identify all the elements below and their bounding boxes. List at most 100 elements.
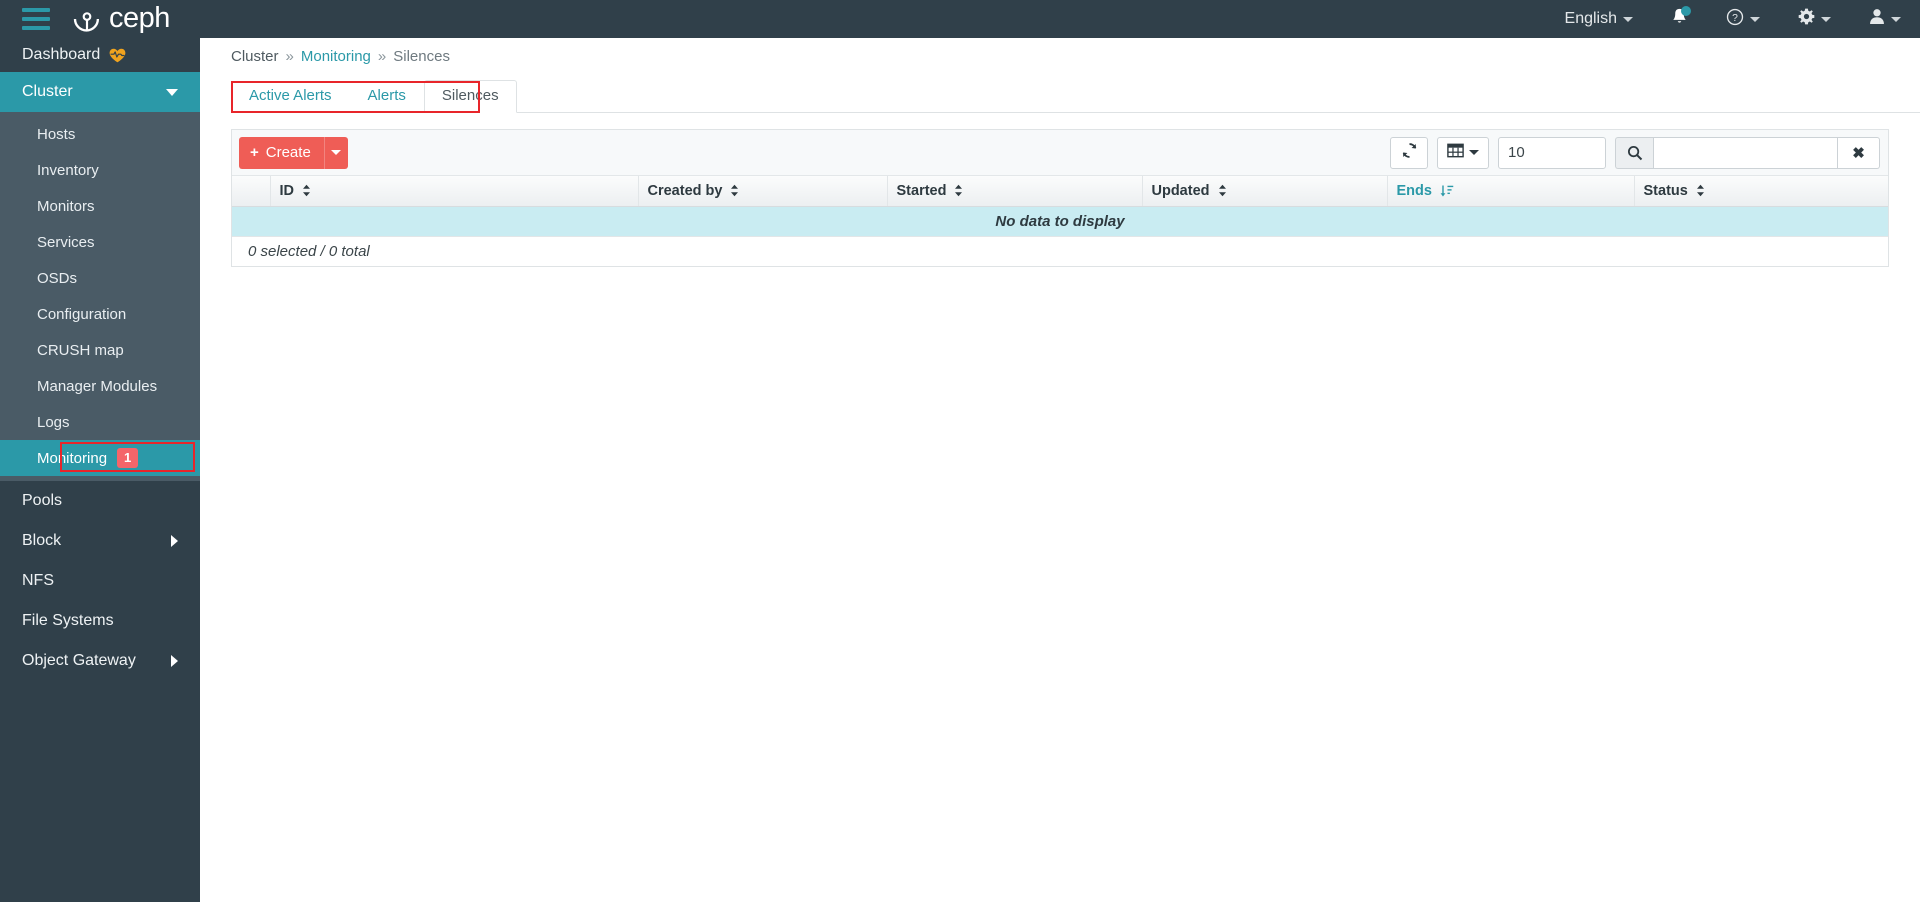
notifications-button[interactable] <box>1652 0 1707 38</box>
table-header-updated[interactable]: Updated <box>1142 176 1388 207</box>
sidebar-item-monitors[interactable]: Monitors <box>0 188 200 224</box>
sidebar-item-label: Configuration <box>37 305 127 323</box>
sidebar-item-label: Inventory <box>37 161 99 179</box>
sidebar-item-label: OSDs <box>37 269 78 287</box>
tab-bar: Active Alerts Alerts Silences <box>231 79 1920 114</box>
refresh-button[interactable] <box>1390 136 1428 169</box>
tab-silences[interactable]: Silences <box>423 79 517 113</box>
caret-down-icon <box>1891 16 1901 22</box>
breadcrumb-separator-icon: » <box>285 48 294 65</box>
column-label: Status <box>1643 182 1688 199</box>
sidebar-item-hosts[interactable]: Hosts <box>0 116 200 152</box>
heartbeat-icon <box>109 48 126 63</box>
page-limit-stepper[interactable] <box>1498 136 1606 169</box>
table-header: ID Created by Started Updated Ends Statu… <box>232 176 1888 207</box>
page-limit-input[interactable] <box>1499 137 1605 168</box>
table-body: No data to display <box>232 206 1888 236</box>
magnifier-icon <box>1615 136 1653 169</box>
monitoring-alert-badge: 1 <box>117 447 139 469</box>
empty-message: No data to display <box>232 206 1888 236</box>
clear-search-button[interactable]: ✖ <box>1838 136 1880 169</box>
sidebar-item-services[interactable]: Services <box>0 224 200 260</box>
sidebar-item-file-systems[interactable]: File Systems <box>0 601 200 641</box>
svg-text:?: ? <box>1732 12 1738 23</box>
hamburger-bar <box>22 17 50 21</box>
language-label: English <box>1564 10 1617 27</box>
column-label: Started <box>896 182 947 199</box>
sidebar-item-label: Services <box>37 233 95 251</box>
sidebar-item-label: Cluster <box>22 83 73 100</box>
create-button-label: Create <box>265 144 311 161</box>
refresh-icon <box>1401 142 1418 164</box>
table-empty-row: No data to display <box>232 206 1888 236</box>
silences-table-panel: + Create 10 ✖ ID Created by Started Upda… <box>231 129 1889 267</box>
language-selector[interactable]: English <box>1546 0 1652 38</box>
help-menu[interactable]: ? <box>1707 0 1779 38</box>
table-header-started[interactable]: Started <box>887 176 1143 207</box>
create-button[interactable]: + Create <box>239 136 324 169</box>
sidebar-item-osds[interactable]: OSDs <box>0 260 200 296</box>
sidebar-item-label: Block <box>22 532 62 549</box>
sidebar-item-label: Monitoring <box>37 449 108 467</box>
sidebar-item-label: Manager Modules <box>37 377 158 395</box>
chevron-right-icon <box>171 535 178 547</box>
caret-down-icon <box>331 150 342 155</box>
sidebar-item-crush-map[interactable]: CRUSH map <box>0 332 200 368</box>
sort-unsorted-icon <box>302 184 311 197</box>
sidebar-item-label: Pools <box>22 492 63 509</box>
hamburger-menu-icon[interactable] <box>22 8 50 30</box>
caret-down-icon <box>1821 16 1831 22</box>
sidebar-item-label: NFS <box>22 572 54 589</box>
silences-table: ID Created by Started Updated Ends Statu… <box>232 176 1888 236</box>
tab-bar-wrapper: Active Alerts Alerts Silences <box>231 79 1920 113</box>
sort-unsorted-icon <box>1696 184 1705 197</box>
breadcrumb-link-monitoring[interactable]: Monitoring <box>301 48 371 65</box>
caret-down-icon <box>1469 150 1479 155</box>
sidebar-item-label: Logs <box>37 413 70 431</box>
breadcrumb-current: Silences <box>393 48 450 65</box>
table-header-ends[interactable]: Ends <box>1387 176 1635 207</box>
gear-icon <box>1798 8 1815 30</box>
tab-alerts[interactable]: Alerts <box>350 80 424 114</box>
caret-down-icon <box>1623 16 1633 22</box>
table-toolbar-controls: ✖ <box>1390 136 1880 169</box>
column-selector-button[interactable] <box>1437 136 1489 169</box>
column-label: ID <box>279 182 295 199</box>
tab-active-alerts[interactable]: Active Alerts <box>231 80 350 114</box>
brand-logo[interactable]: ceph <box>72 1 170 34</box>
table-header-id[interactable]: ID <box>270 176 639 207</box>
table-header-status[interactable]: Status <box>1634 176 1888 207</box>
table-header-created-by[interactable]: Created by <box>638 176 888 207</box>
table-header-select-all[interactable] <box>232 176 271 207</box>
sidebar-item-dashboard[interactable]: Dashboard <box>0 38 200 72</box>
top-navbar: ceph English ? <box>0 0 1920 38</box>
sidebar-item-cluster[interactable]: Cluster <box>0 72 200 112</box>
table-columns-icon <box>1447 143 1464 163</box>
sidebar-item-block[interactable]: Block <box>0 521 200 561</box>
search-input[interactable] <box>1653 136 1838 169</box>
sidebar-item-label: Object Gateway <box>22 652 136 669</box>
selection-summary: 0 selected / 0 total <box>248 243 370 260</box>
hamburger-bar <box>22 26 50 30</box>
chevron-down-icon <box>166 88 178 96</box>
create-dropdown-toggle[interactable] <box>323 136 348 169</box>
table-footer: 0 selected / 0 total <box>232 236 1888 266</box>
sidebar-submenu-cluster: Hosts Inventory Monitors Services OSDs C… <box>0 112 200 481</box>
user-icon <box>1869 8 1885 30</box>
sidebar-item-nfs[interactable]: NFS <box>0 561 200 601</box>
user-menu[interactable] <box>1850 0 1920 38</box>
sidebar-item-pools[interactable]: Pools <box>0 481 200 521</box>
create-button-group: + Create <box>239 136 348 169</box>
sidebar-item-inventory[interactable]: Inventory <box>0 152 200 188</box>
ceph-logo-icon <box>72 4 102 34</box>
question-circle-icon: ? <box>1726 8 1744 31</box>
settings-menu[interactable] <box>1779 0 1850 38</box>
sidebar-item-manager-modules[interactable]: Manager Modules <box>0 368 200 404</box>
sidebar-item-monitoring[interactable]: Monitoring 1 <box>0 440 200 476</box>
sidebar-item-object-gateway[interactable]: Object Gateway <box>0 641 200 681</box>
sidebar-item-label: File Systems <box>22 612 114 629</box>
sidebar-item-configuration[interactable]: Configuration <box>0 296 200 332</box>
brand-wordmark: ceph <box>109 1 170 34</box>
sort-unsorted-icon <box>954 184 963 197</box>
sidebar-item-logs[interactable]: Logs <box>0 404 200 440</box>
